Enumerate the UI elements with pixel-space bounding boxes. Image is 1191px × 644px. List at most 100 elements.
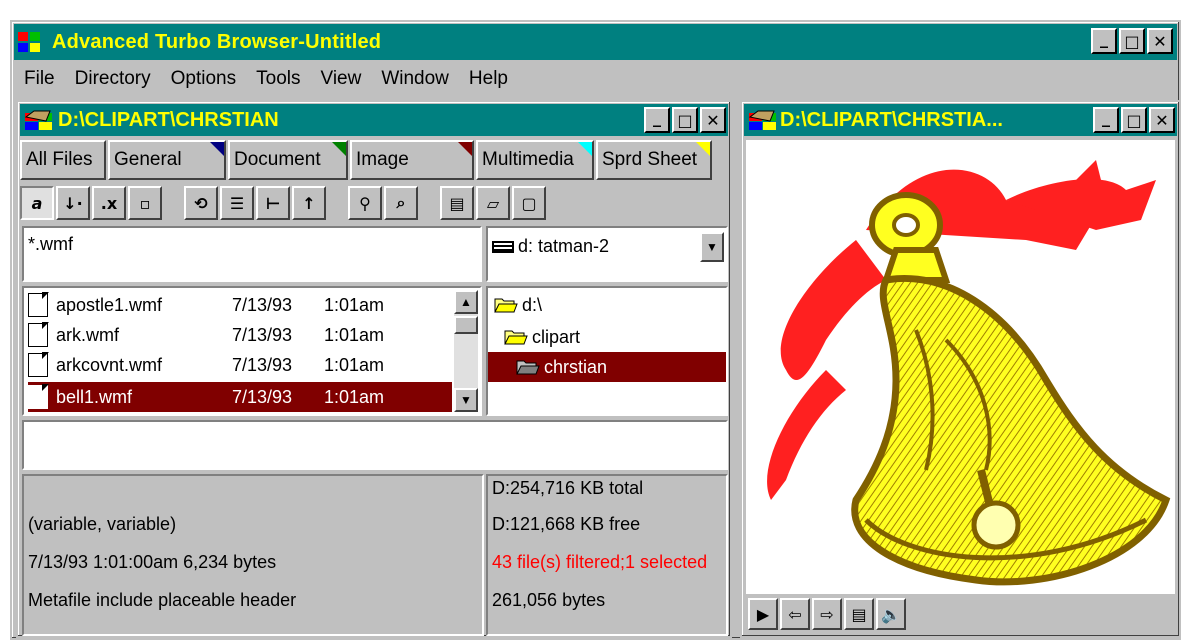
menu-window[interactable]: Window: [371, 68, 459, 90]
file-name: bell1.wmf: [56, 386, 133, 407]
tab-label: Image: [356, 149, 409, 170]
drive-value: d: tatman-2: [518, 236, 610, 256]
maximize-icon: □: [1126, 110, 1142, 130]
info-filtered: 43 file(s) filtered;1 selected: [492, 552, 708, 572]
refresh-icon[interactable]: ⟲: [184, 186, 218, 220]
menu-file[interactable]: File: [14, 68, 65, 90]
dir-label: clipart: [532, 326, 581, 347]
play-icon[interactable]: ▶: [748, 598, 778, 630]
file-type-tabs: All Files General Document Image Multime…: [20, 140, 714, 180]
file-time: 1:01am: [324, 354, 385, 375]
file-icon: [28, 384, 49, 409]
bell-clipart-image: [767, 160, 1171, 586]
preview-controls: _ □ ✕: [1093, 107, 1175, 133]
italic-a-icon[interactable]: a: [20, 186, 54, 220]
file-browser-title: D:\CLIPART\CHRSTIAN: [58, 108, 279, 131]
maximize-icon: □: [1124, 31, 1140, 51]
file-row-selected[interactable]: bell1.wmf 7/13/93 1:01am: [28, 382, 452, 412]
app-window-controls: _ □ ✕: [1091, 28, 1173, 54]
sort-name-icon[interactable]: ↓·: [56, 186, 90, 220]
close-icon: ✕: [1155, 110, 1169, 130]
folder-color-icon: [748, 110, 776, 130]
chevron-down-icon[interactable]: ▼: [700, 232, 724, 262]
file-browser-window: D:\CLIPART\CHRSTIAN _ □ ✕ All Files Gene…: [16, 100, 732, 638]
file-list: apostle1.wmf 7/13/93 1:01am ark.wmf 7/13…: [22, 286, 482, 416]
file-row[interactable]: arkcovnt.wmf 7/13/93 1:01am: [28, 350, 452, 380]
find-file-icon[interactable]: ⌕: [384, 186, 418, 220]
file-row[interactable]: ark.wmf 7/13/93 1:01am: [28, 320, 452, 350]
find-icon[interactable]: ⚲: [348, 186, 382, 220]
details-view-icon[interactable]: ☰: [220, 186, 254, 220]
drive-icon: [492, 241, 514, 253]
preview-window: D:\CLIPART\CHRSTIA... _ □ ✕ ▶ ⇦ ⇨ ▤ 🔈: [740, 100, 1181, 638]
file-browser-titlebar[interactable]: D:\CLIPART\CHRSTIAN _ □ ✕: [20, 104, 728, 136]
tab-label: Document: [234, 149, 321, 170]
speaker-icon[interactable]: 🔈: [876, 598, 906, 630]
filter-input[interactable]: *.wmf: [22, 226, 482, 282]
minimize-icon: _: [1102, 107, 1110, 127]
tab-all-files[interactable]: All Files: [20, 140, 106, 180]
file-list-scrollbar[interactable]: ▲ ▼: [454, 290, 478, 412]
child-minimize-button[interactable]: _: [644, 107, 670, 133]
close-button[interactable]: ✕: [1147, 28, 1173, 54]
minimize-button[interactable]: _: [1091, 28, 1117, 54]
tree-view-icon[interactable]: ⊢: [256, 186, 290, 220]
menu-bar: File Directory Options Tools View Window…: [14, 62, 1177, 96]
child-maximize-button[interactable]: □: [672, 107, 698, 133]
file-date: 7/13/93: [232, 294, 293, 315]
tab-multimedia[interactable]: Multimedia: [476, 140, 594, 180]
sort-ext-icon[interactable]: .x: [92, 186, 126, 220]
file-row[interactable]: apostle1.wmf 7/13/93 1:01am: [28, 290, 452, 320]
tab-image[interactable]: Image: [350, 140, 474, 180]
open-folder-icon: [516, 360, 540, 375]
app-window: Advanced Turbo Browser-Untitled _ □ ✕ Fi…: [10, 20, 1181, 640]
parent-dir-icon[interactable]: ↑: [292, 186, 326, 220]
tab-sprd-sheet[interactable]: Sprd Sheet: [596, 140, 712, 180]
open-folder-icon[interactable]: ▱: [476, 186, 510, 220]
preview-minimize-button[interactable]: _: [1093, 107, 1119, 133]
dir-item-selected[interactable]: chrstian: [488, 352, 726, 382]
menu-help[interactable]: Help: [459, 68, 518, 90]
tab-document[interactable]: Document: [228, 140, 348, 180]
open-folder-icon: [494, 298, 518, 313]
scroll-up-icon[interactable]: ▲: [454, 290, 478, 314]
tab-general[interactable]: General: [108, 140, 226, 180]
info-dimensions: (variable, variable): [28, 514, 177, 534]
preview-titlebar[interactable]: D:\CLIPART\CHRSTIA... _ □ ✕: [744, 104, 1177, 136]
tab-color-marker: [210, 142, 224, 156]
child-close-button[interactable]: ✕: [700, 107, 726, 133]
dir-label: chrstian: [544, 356, 608, 377]
menu-options[interactable]: Options: [161, 68, 246, 90]
maximize-button[interactable]: □: [1119, 28, 1145, 54]
thumbnail-icon[interactable]: ▤: [440, 186, 474, 220]
file-name: arkcovnt.wmf: [56, 354, 163, 375]
next-icon[interactable]: ⇨: [812, 598, 842, 630]
file-time: 1:01am: [324, 294, 385, 315]
tab-label: Sprd Sheet: [602, 149, 698, 170]
film-icon[interactable]: ▤: [844, 598, 874, 630]
description-box[interactable]: [22, 420, 728, 470]
app-titlebar[interactable]: Advanced Turbo Browser-Untitled _ □ ✕: [14, 24, 1177, 60]
dir-item[interactable]: d:\: [488, 290, 726, 320]
tab-label: General: [114, 149, 182, 170]
preview-maximize-button[interactable]: □: [1121, 107, 1147, 133]
file-name: ark.wmf: [56, 324, 119, 345]
file-date: 7/13/93: [232, 354, 293, 375]
close-icon: ✕: [1153, 31, 1167, 51]
menu-tools[interactable]: Tools: [246, 68, 310, 90]
drive-select[interactable]: d: tatman-2 ▼: [486, 226, 728, 282]
scroll-down-icon[interactable]: ▼: [454, 388, 478, 412]
file-time: 1:01am: [324, 324, 385, 345]
minimize-icon: _: [1100, 28, 1108, 48]
playback-controls: ▶ ⇦ ⇨ ▤ 🔈: [748, 598, 908, 630]
window-icon[interactable]: ▢: [512, 186, 546, 220]
scroll-thumb[interactable]: [454, 316, 478, 334]
menu-directory[interactable]: Directory: [65, 68, 161, 90]
menu-view[interactable]: View: [310, 68, 371, 90]
sort-size-icon[interactable]: ▫: [128, 186, 162, 220]
preview-close-button[interactable]: ✕: [1149, 107, 1175, 133]
minimize-icon: _: [653, 107, 661, 127]
dir-item[interactable]: clipart: [488, 322, 726, 352]
prev-icon[interactable]: ⇦: [780, 598, 810, 630]
tab-label: All Files: [26, 149, 93, 170]
